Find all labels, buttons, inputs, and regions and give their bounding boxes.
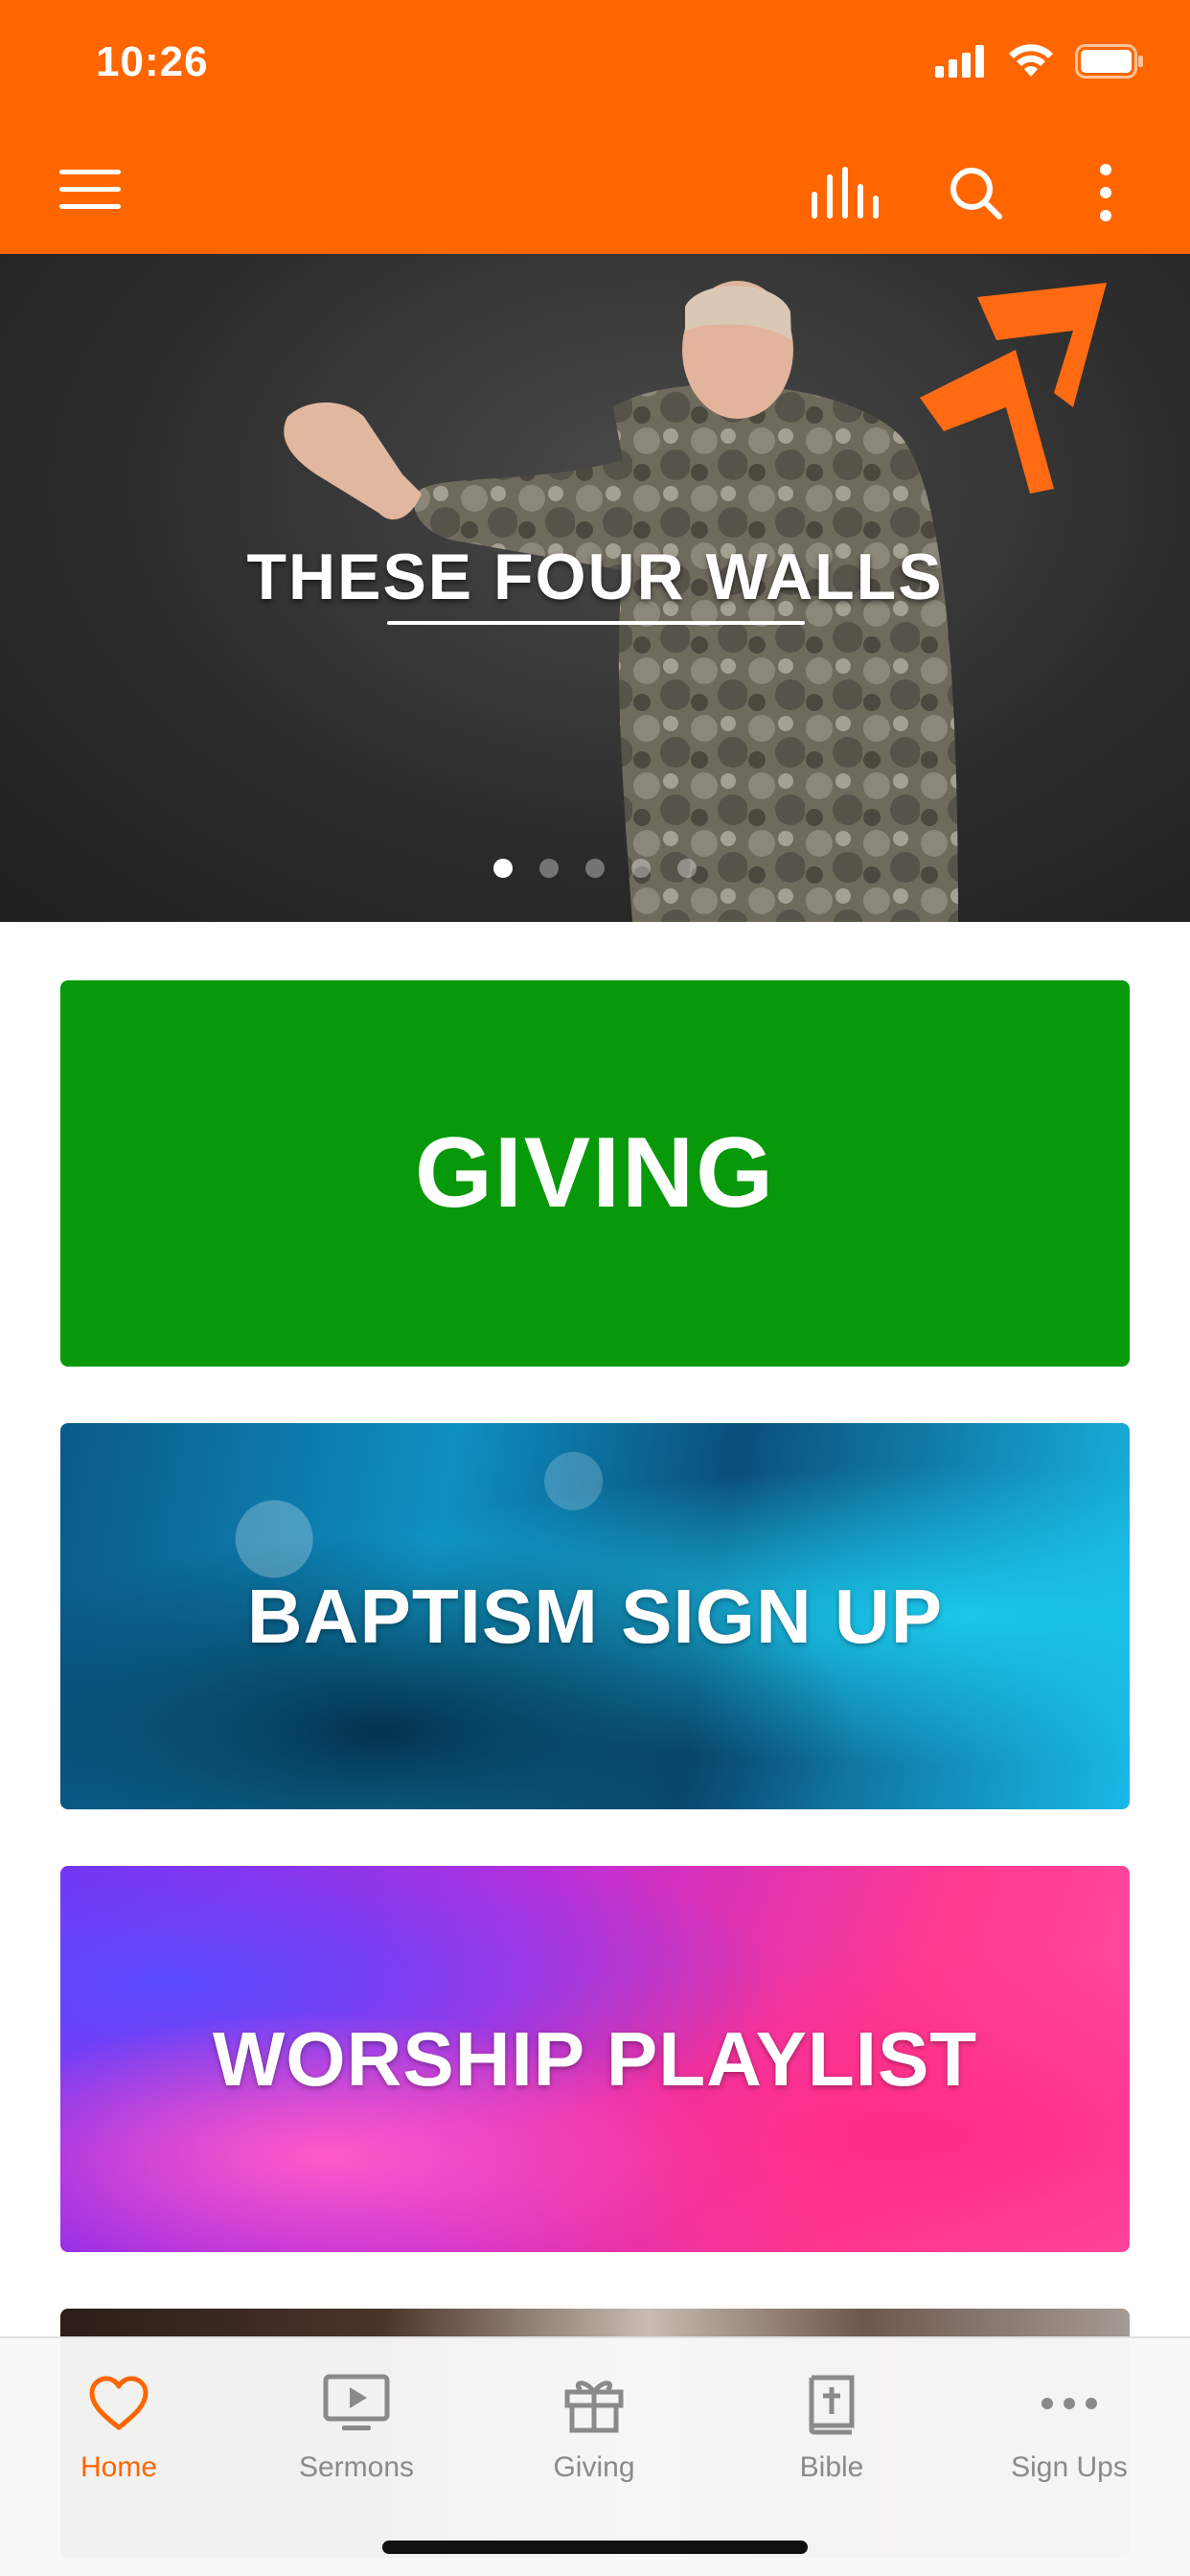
hamburger-menu-icon	[59, 170, 121, 209]
status-time: 10:26	[96, 38, 209, 85]
hamburger-menu-button[interactable]	[59, 166, 121, 214]
gift-icon	[564, 2380, 624, 2433]
worship-card-label: WORSHIP PLAYLIST	[212, 2015, 978, 2102]
hero-title: THESE FOUR WALLS	[246, 540, 944, 613]
battery-icon	[1075, 44, 1143, 79]
search-button[interactable]	[941, 158, 1010, 227]
hero-title-underline	[387, 621, 805, 625]
carousel-dot-2[interactable]	[539, 859, 559, 878]
status-icons	[935, 44, 1144, 79]
baptism-card-label: BAPTISM SIGN UP	[246, 1573, 944, 1659]
more-horizontal-icon	[1041, 2398, 1097, 2409]
giving-card[interactable]: GIVING	[60, 980, 1130, 1367]
bible-icon	[809, 2375, 855, 2435]
giving-card-label: GIVING	[414, 1117, 776, 1229]
home-indicator[interactable]	[382, 2541, 808, 2554]
tab-bible[interactable]: Bible	[736, 2365, 927, 2484]
tab-home-label: Home	[80, 2451, 158, 2483]
hero-carousel[interactable]: THESE FOUR WALLS	[0, 254, 1190, 922]
audio-bars-icon	[812, 167, 879, 218]
carousel-pagination	[0, 859, 1190, 878]
wifi-icon	[1009, 44, 1053, 77]
heart-icon	[89, 2376, 149, 2430]
live-audio-button[interactable]	[811, 158, 880, 227]
baptism-sign-up-card[interactable]: BAPTISM SIGN UP	[60, 1423, 1130, 1809]
app-bar	[0, 129, 1190, 254]
tab-home[interactable]: Home	[23, 2365, 215, 2484]
carousel-dot-1[interactable]	[493, 859, 513, 878]
tab-sermons[interactable]: Sermons	[261, 2365, 452, 2484]
tab-sign-ups[interactable]: Sign Ups	[973, 2365, 1165, 2484]
tab-giving[interactable]: Giving	[498, 2365, 690, 2484]
carousel-dot-5[interactable]	[677, 859, 697, 878]
tab-giving-label: Giving	[553, 2451, 635, 2483]
app-bar-actions	[811, 158, 1140, 227]
worship-playlist-card[interactable]: WORSHIP PLAYLIST	[60, 1866, 1130, 2252]
tab-sermons-label: Sermons	[298, 2451, 415, 2483]
carousel-dot-4[interactable]	[631, 859, 651, 878]
carousel-dot-3[interactable]	[585, 859, 605, 878]
status-bar: 10:26	[0, 0, 1190, 129]
tab-sign-ups-label: Sign Ups	[1011, 2451, 1128, 2483]
search-icon	[950, 168, 1002, 219]
tv-play-icon	[323, 2374, 390, 2430]
arrow-chevron-logo	[920, 283, 1107, 494]
cellular-signal-icon	[935, 45, 984, 78]
more-vertical-icon	[1100, 164, 1111, 221]
more-options-button[interactable]	[1071, 158, 1140, 227]
tab-bible-label: Bible	[799, 2451, 864, 2483]
